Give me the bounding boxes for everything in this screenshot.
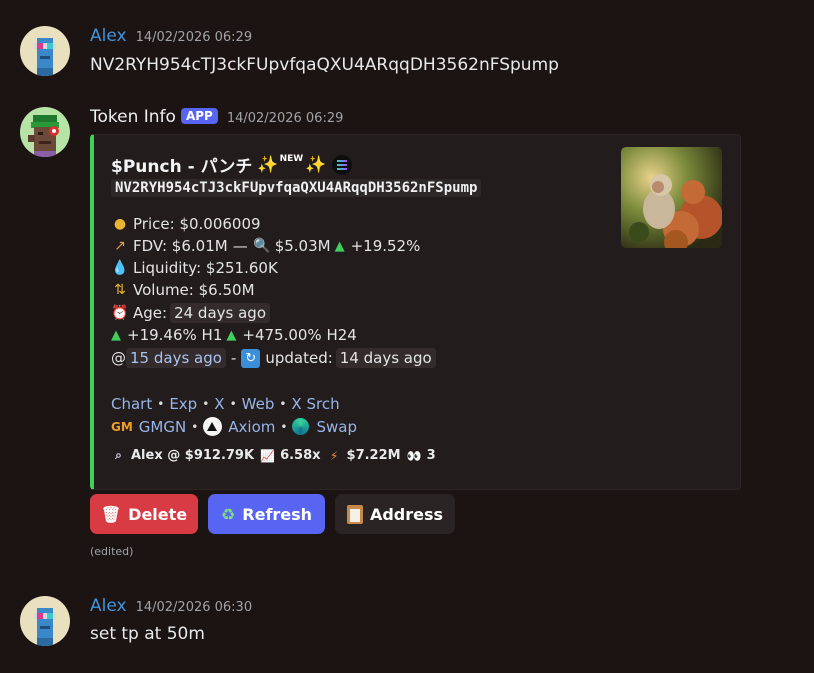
fdv-change: +19.52% xyxy=(350,237,421,255)
refresh-button[interactable]: ♻ Refresh xyxy=(208,494,325,534)
alarm-clock-icon: ⏰ xyxy=(111,305,129,321)
link-swap[interactable]: Swap xyxy=(316,418,357,436)
created-time-link[interactable]: 15 days ago xyxy=(126,348,226,368)
fdv-separator: — xyxy=(232,237,248,255)
timestamp: 14/02/2026 06:29 xyxy=(226,111,344,126)
username[interactable]: Alex xyxy=(90,26,127,46)
caller-text: Alex @ $912.79K xyxy=(131,448,255,463)
h1-label: H1 xyxy=(201,326,223,344)
price-label: Price: xyxy=(133,215,175,233)
caller-views: 3 xyxy=(426,448,436,463)
created-prefix: @ xyxy=(111,349,126,367)
h1-change: +19.46% xyxy=(127,326,197,344)
lightning-icon: ⚡ xyxy=(329,448,339,463)
clipboard-icon xyxy=(346,504,363,524)
caller-multiple: 6.58x xyxy=(280,448,321,463)
caller-line: ⌕ Alex @ $912.79K 📈 6.58x ⚡ $7.22M 👀 3 xyxy=(111,448,436,463)
eyes-icon: 👀 xyxy=(406,448,422,463)
delete-button[interactable]: 🗑 Delete xyxy=(90,494,198,534)
volume-line: ⇅ Volume: $6.50M xyxy=(111,281,255,299)
fdv-line: ↗ FDV: $6.01M — 🔍 $5.03M ▲ +19.52% xyxy=(111,237,420,255)
up-arrow-icon: ▲ xyxy=(111,327,121,343)
user-avatar[interactable] xyxy=(20,26,70,76)
username[interactable]: Token Info xyxy=(90,107,176,127)
contract-address[interactable]: NV2RYH954cTJ3ckFUpvfqaQXU4ARqqDH3562nFSp… xyxy=(111,179,482,197)
app-badge: APP xyxy=(180,108,218,124)
delete-label: Delete xyxy=(128,504,188,524)
message-text: NV2RYH954cTJ3ckFUpvfqaQXU4ARqqDH3562nFSp… xyxy=(90,55,559,75)
address-button[interactable]: Address xyxy=(335,494,455,534)
up-arrow-icon: ▲ xyxy=(226,327,237,343)
link-axiom[interactable]: Axiom xyxy=(228,418,275,436)
timestamp: 14/02/2026 06:29 xyxy=(135,30,253,45)
link-explorer[interactable]: Exp xyxy=(169,395,197,413)
recycle-icon: ♻ xyxy=(220,504,236,524)
refresh-label: Refresh xyxy=(242,504,313,524)
username[interactable]: Alex xyxy=(90,596,127,616)
token-name[interactable]: $Punch - パンチ xyxy=(111,152,252,177)
link-chart[interactable]: Chart xyxy=(111,395,152,413)
gmgn-icon: GM xyxy=(111,419,133,434)
link-web[interactable]: Web xyxy=(242,395,275,413)
address-label: Address xyxy=(369,504,444,524)
new-tag: NEW xyxy=(279,153,304,164)
coin-icon: ● xyxy=(113,216,127,232)
user-avatar[interactable] xyxy=(20,596,70,646)
solana-icon xyxy=(332,154,353,175)
bot-avatar[interactable] xyxy=(20,107,70,157)
swap-icon xyxy=(292,418,310,435)
embed-title: $Punch - パンチ ✨ NEW ✨ xyxy=(111,152,353,177)
edited-label: (edited) xyxy=(90,545,134,558)
liquidity-value: $251.60K xyxy=(205,259,278,277)
created-line: @ 15 days ago - ↻ updated: 14 days ago xyxy=(111,348,436,368)
fdv-value: $6.01M xyxy=(171,237,228,255)
message-header: Token Info APP 14/02/2026 06:29 xyxy=(90,107,343,127)
change-line: ▲ +19.46% H1 ▲ +475.00% H24 xyxy=(111,326,357,344)
link-x-search[interactable]: X Srch xyxy=(291,395,339,413)
liquidity-label: Liquidity: xyxy=(133,259,202,277)
link-row: Chart • Exp • X • Web • X Srch xyxy=(111,395,340,413)
age-value: 24 days ago xyxy=(170,303,270,323)
fdv-label: FDV: xyxy=(133,237,168,255)
age-line: ⏰ Age: 24 days ago xyxy=(111,303,270,323)
message-header: Alex 14/02/2026 06:29 xyxy=(90,26,252,46)
caller-peak: $7.22M xyxy=(346,448,401,463)
price-line: ● Price: $0.006009 xyxy=(111,215,261,233)
platform-row: GM GMGN • Axiom • Swap xyxy=(111,417,357,436)
up-arrow-icon: ▲ xyxy=(334,238,345,254)
price-value: $0.006009 xyxy=(179,215,261,233)
h24-change: +475.00% xyxy=(242,326,322,344)
volume-label: Volume: xyxy=(133,281,194,299)
refresh-icon: ↻ xyxy=(241,348,261,368)
liquidity-line: 💧 Liquidity: $251.60K xyxy=(111,259,278,277)
volume-value: $6.50M xyxy=(198,281,255,299)
h24-label: H24 xyxy=(326,326,357,344)
magnifier-icon: 🔍 xyxy=(252,238,271,254)
updated-value: 14 days ago xyxy=(335,348,436,368)
link-gmgn[interactable]: GMGN xyxy=(139,418,186,436)
updated-label: updated: xyxy=(265,349,333,367)
chart-up-icon: ↗ xyxy=(114,238,126,254)
telescope-icon: ⌕ xyxy=(115,448,122,462)
exchange-icon: ⇅ xyxy=(114,282,126,298)
droplet-icon: 💧 xyxy=(111,260,129,276)
sparkles-icon: ✨ xyxy=(305,154,327,175)
axiom-icon xyxy=(203,417,223,436)
message-header: Alex 14/02/2026 06:30 xyxy=(90,596,252,616)
chart-icon: 📈 xyxy=(260,448,276,463)
link-x[interactable]: X xyxy=(214,395,224,413)
created-separator: - xyxy=(230,349,237,367)
age-label: Age: xyxy=(133,304,168,322)
token-embed: $Punch - パンチ ✨ NEW ✨ NV2RYH954cTJ3ckFUpv… xyxy=(90,134,741,490)
sparkles-icon: ✨ xyxy=(257,154,279,175)
timestamp: 14/02/2026 06:30 xyxy=(135,600,253,615)
mcap-value: $5.03M xyxy=(274,237,331,255)
message-text: set tp at 50m xyxy=(90,624,205,644)
token-thumbnail[interactable] xyxy=(621,147,722,248)
trash-icon: 🗑 xyxy=(100,504,122,524)
